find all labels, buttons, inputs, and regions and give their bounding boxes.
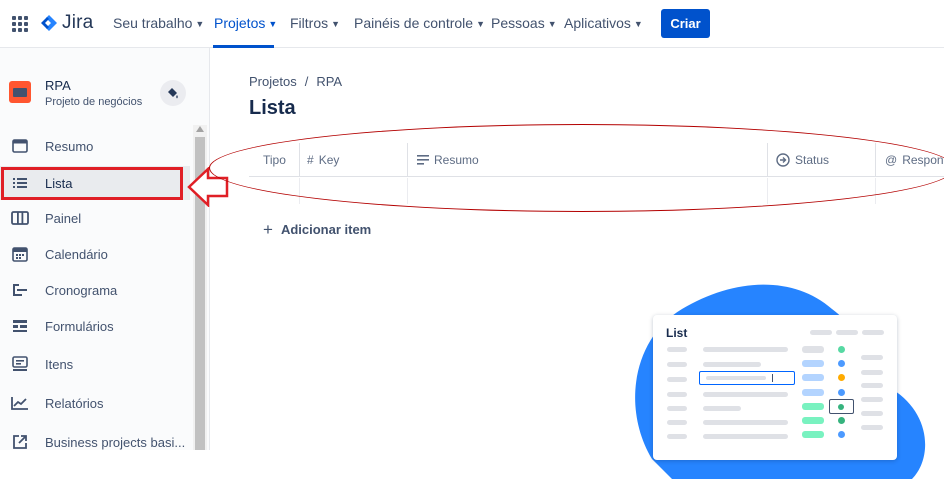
illustration-line [861,370,883,375]
nav-people[interactable]: Pessoas ▼ [491,15,557,31]
illustration-dot [838,404,844,410]
sidebar-item-timeline[interactable]: Cronograma [0,273,190,307]
nav-projects[interactable]: Projetos ▼ [214,15,277,31]
illustration-line [667,362,687,367]
illustration-line [667,377,687,382]
illustration-line [862,330,884,335]
sidebar-item-issues[interactable]: Itens [0,347,190,381]
scroll-up-arrow-icon[interactable] [196,126,204,132]
breadcrumb: Projetos / RPA [249,74,342,89]
chevron-down-icon: ▼ [547,19,557,29]
illustration-dot [838,431,845,438]
page-title: Lista [249,97,296,119]
chevron-down-icon: ▼ [633,19,643,29]
illustration-dot [838,417,845,424]
jira-logo[interactable]: Jira [40,12,93,34]
illustration-line [667,420,687,425]
chevron-down-icon: ▼ [268,19,278,29]
illustration-dot [838,374,845,381]
sidebar-item-reports[interactable]: Relatórios [0,386,190,420]
project-avatar [9,81,31,103]
sidebar-item-calendar[interactable]: Calendário [0,237,190,271]
chevron-down-icon: ▼ [195,19,205,29]
nav-your-work[interactable]: Seu trabalho ▼ [113,15,204,31]
illustration-line [703,434,788,439]
illustration-select [829,399,854,414]
create-button[interactable]: Criar [661,9,710,38]
chevron-down-icon: ▼ [331,19,341,29]
chevron-down-icon: ▼ [476,19,485,29]
board-icon [11,209,29,227]
paint-bucket-icon [168,88,178,99]
nav-filters[interactable]: Filtros ▼ [290,15,340,31]
nav-apps[interactable]: Aplicativos ▼ [564,15,643,31]
illustration-line [802,403,824,410]
illustration-line [703,392,788,397]
illustration-line [802,431,824,438]
app-switcher-icon[interactable] [12,16,28,32]
illustration-line [861,383,883,388]
breadcrumb-separator: / [304,74,309,89]
theme-button[interactable] [160,80,186,106]
plus-icon: + [263,220,273,239]
illustration-line [861,411,883,416]
issues-icon [11,355,29,373]
illustration-input [699,371,795,385]
breadcrumb-projects[interactable]: Projetos [249,74,297,89]
highlight-box [1,167,183,200]
illustration-card: List [653,315,897,460]
illustration-line [802,417,824,424]
illustration-line [667,392,687,397]
illustration-line [703,420,788,425]
illustration-line [802,360,824,367]
add-item-button[interactable]: + Adicionar item [263,221,371,238]
illustration-line [703,347,788,352]
illustration-line [810,330,832,335]
annotation-ellipse [209,124,944,212]
project-type: Projeto de negócios [45,96,143,108]
illustration-line [703,362,761,367]
timeline-icon [11,281,29,299]
illustration-line [667,347,687,352]
illustration-dot [838,346,845,353]
summary-icon [11,137,29,155]
sidebar-item-board[interactable]: Painel [0,201,190,235]
sidebar-item-business-projects[interactable]: Business projects basi... [0,425,190,459]
illustration-line [861,425,883,430]
calendar-icon [11,245,29,263]
illustration-line [667,406,687,411]
nav-dashboards[interactable]: Painéis de controle ▼ [354,15,485,31]
sidebar-item-summary[interactable]: Resumo [0,129,190,163]
sidebar-item-forms[interactable]: Formulários [0,309,190,343]
reports-icon [11,394,29,412]
illustration-line [836,330,858,335]
illustration-line [802,346,824,353]
illustration-cursor [772,374,773,382]
illustration-line [706,376,766,380]
top-navigation: Jira Seu trabalho ▼ Projetos ▼ Filtros ▼ Pa… [0,0,944,48]
illustration-line [861,397,883,402]
illustration-line [667,434,687,439]
project-name: RPA [45,78,71,93]
active-nav-indicator [213,45,274,48]
illustration-dot [838,360,845,367]
breadcrumb-project[interactable]: RPA [316,74,342,89]
illustration-line [802,389,824,396]
form-icon [11,317,29,335]
illustration-dot [838,389,845,396]
illustration-line [703,406,741,411]
external-link-icon [11,433,29,451]
illustration-line [802,374,824,381]
illustration-title: List [666,326,688,340]
jira-logo-text: Jira [62,12,94,33]
illustration-line [861,355,883,360]
jira-logo-icon [41,15,57,31]
